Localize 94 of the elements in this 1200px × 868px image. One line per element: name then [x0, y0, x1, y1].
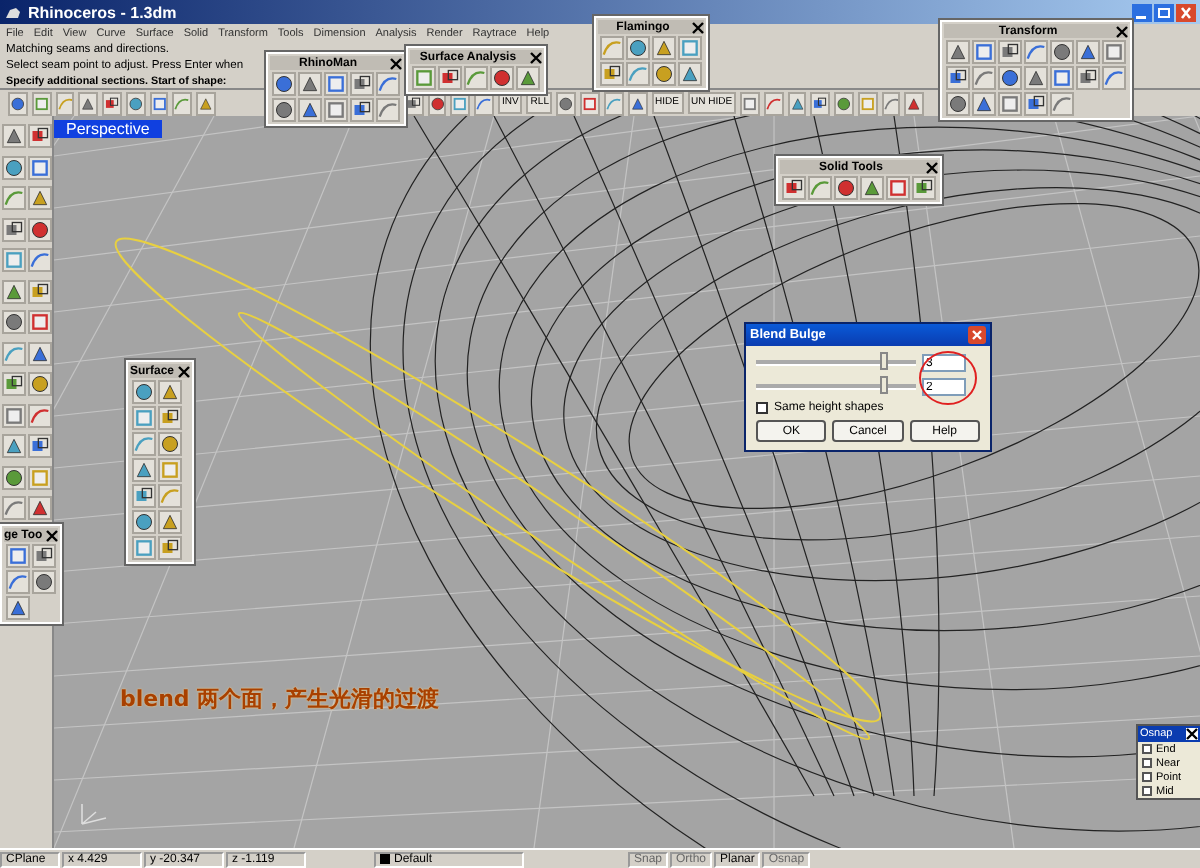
- tool-icon[interactable]: [627, 91, 648, 115]
- tool-icon[interactable]: [998, 40, 1022, 64]
- tool-icon[interactable]: [158, 380, 182, 404]
- tool-icon[interactable]: [32, 544, 56, 568]
- tool-icon[interactable]: [132, 484, 156, 508]
- annotation-text: blend 两个面，产生光滑的过渡: [120, 686, 440, 712]
- tool-icon[interactable]: [490, 66, 514, 90]
- tool-icon[interactable]: [2, 434, 26, 458]
- tool-icon[interactable]: [6, 596, 30, 620]
- tool-icon[interactable]: [125, 91, 146, 115]
- close-icon[interactable]: [178, 365, 191, 377]
- tool-icon[interactable]: [604, 91, 624, 115]
- close-icon[interactable]: [530, 51, 542, 63]
- tool-icon[interactable]: [2, 217, 26, 241]
- tool-icon[interactable]: [28, 217, 52, 241]
- tool-icon[interactable]: [912, 176, 936, 200]
- highlight-circle: [916, 348, 980, 408]
- tool-icon[interactable]: [834, 91, 854, 115]
- tool-icon[interactable]: [132, 458, 156, 482]
- tool-icon[interactable]: [652, 36, 676, 60]
- tool-icon[interactable]: [946, 92, 970, 116]
- tool-icon[interactable]: [2, 372, 26, 396]
- tool-icon[interactable]: [834, 176, 858, 200]
- tool-icon[interactable]: [158, 406, 182, 430]
- layer-swatch-icon: [380, 854, 390, 864]
- tool-icon[interactable]: [28, 372, 52, 396]
- rhino-logo-icon: [4, 3, 22, 21]
- tool-icon[interactable]: [678, 62, 702, 86]
- tool-icon[interactable]: [2, 465, 26, 489]
- checkbox[interactable]: [1142, 786, 1152, 796]
- close-icon[interactable]: [1116, 25, 1128, 37]
- close-icon[interactable]: [692, 21, 704, 33]
- close-icon[interactable]: [46, 529, 59, 541]
- restore-icon[interactable]: [1154, 3, 1174, 21]
- tool-icon[interactable]: [28, 496, 52, 520]
- tool-icon[interactable]: [600, 62, 624, 86]
- tool-icon[interactable]: [946, 40, 970, 64]
- tool-icon[interactable]: [298, 98, 322, 122]
- tool-icon[interactable]: [298, 72, 322, 96]
- tool-icon[interactable]: [2, 124, 26, 148]
- tool-icon[interactable]: [28, 341, 52, 365]
- tool-icon[interactable]: [438, 66, 462, 90]
- tool-icon[interactable]: [28, 124, 52, 148]
- checkbox[interactable]: [1142, 772, 1152, 782]
- slider-thumb[interactable]: [880, 376, 888, 394]
- tool-icon[interactable]: [78, 91, 99, 115]
- tool-icon[interactable]: [1076, 40, 1100, 64]
- tool-icon[interactable]: [132, 380, 156, 404]
- tool-icon[interactable]: [652, 62, 676, 86]
- tool-icon[interactable]: [998, 66, 1022, 90]
- tool-icon[interactable]: [272, 98, 296, 122]
- tool-icon[interactable]: [1024, 92, 1048, 116]
- tool-icon[interactable]: [132, 510, 156, 534]
- tool-icon[interactable]: [158, 510, 182, 534]
- tool-icon[interactable]: [2, 279, 26, 303]
- tool-icon[interactable]: [580, 91, 601, 115]
- tool-icon[interactable]: [556, 91, 577, 115]
- tool-icon[interactable]: [28, 434, 52, 458]
- checkbox[interactable]: [1142, 758, 1152, 768]
- tool-icon[interactable]: [28, 186, 52, 210]
- tool-icon[interactable]: [2, 155, 26, 179]
- tool-icon[interactable]: [782, 176, 806, 200]
- tool-icon[interactable]: [810, 91, 831, 115]
- viewport-title[interactable]: Perspective: [54, 120, 162, 138]
- tool-icon[interactable]: [272, 72, 296, 96]
- tool-icon[interactable]: [1050, 40, 1074, 64]
- tool-icon[interactable]: [28, 310, 52, 334]
- tool-icon[interactable]: [626, 36, 650, 60]
- tool-icon[interactable]: [946, 66, 970, 90]
- close-icon[interactable]: [1186, 728, 1198, 740]
- close-icon[interactable]: [926, 161, 938, 173]
- checkbox[interactable]: [756, 402, 768, 414]
- close-icon[interactable]: [390, 57, 402, 69]
- tool-icon[interactable]: [2, 310, 26, 334]
- window-title: Rhinoceros - 1.3dm: [28, 3, 179, 21]
- tool-icon[interactable]: [102, 91, 122, 115]
- tool-icon[interactable]: [32, 570, 56, 594]
- tool-icon[interactable]: [860, 176, 884, 200]
- tool-icon[interactable]: [28, 279, 52, 303]
- tool-icon[interactable]: [158, 536, 182, 560]
- tool-icon[interactable]: [8, 91, 28, 115]
- tool-icon[interactable]: [158, 432, 182, 456]
- tool-icon[interactable]: [1024, 66, 1048, 90]
- tool-icon[interactable]: [1076, 66, 1100, 90]
- tool-icon[interactable]: [972, 92, 996, 116]
- slider-thumb[interactable]: [880, 352, 888, 370]
- tool-icon[interactable]: [886, 176, 910, 200]
- axis-icon: [78, 800, 110, 828]
- tool-icon[interactable]: [516, 66, 540, 90]
- tool-icon[interactable]: [350, 98, 374, 122]
- checkbox[interactable]: [1142, 744, 1152, 754]
- tool-icon[interactable]: [350, 72, 374, 96]
- tool-icon[interactable]: [904, 91, 924, 115]
- minimize-icon[interactable]: [1132, 3, 1152, 21]
